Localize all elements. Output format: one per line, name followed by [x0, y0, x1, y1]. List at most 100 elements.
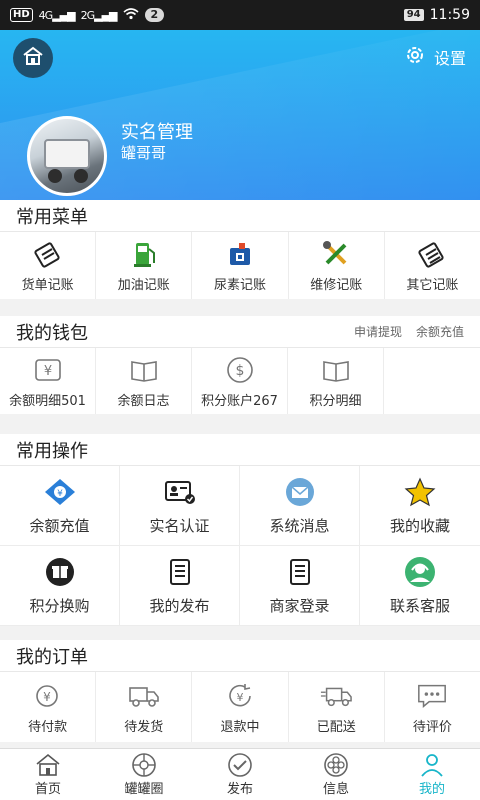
nav-label: 我的 [418, 782, 445, 797]
wallet-item-balance-log[interactable]: 余额日志 [96, 348, 192, 414]
order-pending-review[interactable]: 待评价 [385, 672, 480, 742]
order-pending-payment[interactable]: ¥ 待付款 [0, 672, 97, 742]
menu-item-label: 加油记账 [117, 278, 170, 293]
menu-item-fuel[interactable]: 加油记账 [96, 232, 193, 299]
star-icon [403, 475, 437, 509]
wallet-item-label: 积分账户267 [201, 393, 278, 409]
menu-item-other[interactable]: 其它记账 [385, 232, 480, 299]
home-button[interactable] [13, 38, 53, 78]
svg-text:¥: ¥ [237, 691, 244, 704]
op-favorites[interactable]: 我的收藏 [360, 466, 480, 546]
nav-home[interactable]: 首页 [0, 749, 96, 800]
order-refunding[interactable]: ¥ 退款中 [192, 672, 289, 742]
op-label: 商家登录 [269, 597, 330, 615]
menu-item-repair[interactable]: 维修记账 [289, 232, 385, 299]
book-icon [320, 354, 352, 386]
wallet-item-label: 余额明细501 [9, 393, 86, 409]
info-flower-icon [322, 752, 350, 778]
order-label: 已配送 [316, 719, 356, 735]
op-points-exchange[interactable]: 积分换购 [0, 546, 120, 626]
nav-publish[interactable]: 发布 [192, 749, 288, 800]
svg-text:¥: ¥ [43, 690, 51, 704]
order-label: 待发货 [124, 719, 164, 735]
wallet-item-label: 余额日志 [117, 393, 170, 409]
order-pending-shipment[interactable]: 待发货 [96, 672, 193, 742]
menu-item-label: 货单记账 [21, 278, 74, 293]
book-icon [128, 354, 160, 386]
clock: 11:59 [429, 7, 470, 23]
notification-count-badge: 2 [144, 8, 165, 22]
nav-label: 信息 [322, 782, 349, 797]
chat-bubble-icon [416, 680, 448, 712]
op-recharge[interactable]: ¥ 余额充值 [0, 466, 120, 546]
username: 罐哥哥 [121, 144, 167, 162]
realname-management-link[interactable]: 实名管理 [121, 118, 193, 144]
publish-check-icon [226, 752, 254, 778]
wallet-section: 我的钱包 申请提现 余额充值 ¥ 余额明细501 余额日志 $ 积分账户267 [0, 316, 480, 414]
section-title: 我的钱包 [16, 322, 88, 344]
menu-item-urea[interactable]: 尿素记账 [192, 232, 289, 299]
section-title: 常用菜单 [16, 206, 88, 228]
section-title: 我的订单 [16, 646, 88, 668]
menu-item-waybill[interactable]: 货单记账 [0, 232, 97, 299]
wallet-item-points-account[interactable]: $ 积分账户267 [192, 348, 288, 414]
order-label: 退款中 [220, 719, 260, 735]
operations-section: 常用操作 ¥ 余额充值 实名认证 系统消息 我的收藏 积分换购 我的发布 商家登… [0, 434, 480, 626]
signal-4g: 4G▂▄▆ [38, 8, 76, 22]
order-label: 待付款 [28, 719, 68, 735]
yuan-refund-icon: ¥ [224, 680, 256, 712]
op-label: 系统消息 [269, 517, 330, 535]
wallet-item-balance-detail[interactable]: ¥ 余额明细501 [0, 348, 96, 414]
recharge-link[interactable]: 余额充值 [416, 323, 464, 340]
common-menu-section: 常用菜单 货单记账 加油记账 尿素记账 维修记账 其它记账 [0, 200, 480, 299]
orders-section: 我的订单 ¥ 待付款 待发货 ¥ 退款中 已配送 待评价 [0, 640, 480, 742]
nav-info[interactable]: 信息 [288, 749, 384, 800]
avatar[interactable] [27, 116, 107, 196]
signal-2g: 2G▂▄▆ [80, 8, 118, 22]
menu-item-label: 尿素记账 [214, 278, 267, 293]
op-merchant-login[interactable]: 商家登录 [240, 546, 360, 626]
nav-label: 罐罐圈 [124, 782, 164, 797]
home-icon [22, 46, 44, 70]
op-label: 我的收藏 [389, 517, 450, 535]
order-delivered[interactable]: 已配送 [289, 672, 385, 742]
op-label: 积分换购 [29, 597, 90, 615]
mail-icon [283, 475, 317, 509]
document-list-icon [163, 555, 197, 589]
nav-label: 发布 [226, 782, 253, 797]
notebook-icon [416, 238, 448, 270]
settings-label: 设置 [433, 49, 466, 68]
battery-level: 94 [403, 9, 424, 21]
user-icon [418, 752, 446, 778]
wallet-item-label: 积分明细 [309, 393, 362, 409]
urea-can-icon [224, 238, 256, 270]
nav-tank-circle[interactable]: 罐罐圈 [96, 749, 192, 800]
bottom-navigation: 首页 罐罐圈 发布 信息 我的 [0, 748, 480, 800]
nav-label: 首页 [34, 782, 61, 797]
headset-icon [403, 555, 437, 589]
wallet-item-points-detail[interactable]: 积分明细 [288, 348, 384, 414]
op-customer-service[interactable]: 联系客服 [360, 546, 480, 626]
op-id-verify[interactable]: 实名认证 [120, 466, 240, 546]
svg-text:¥: ¥ [57, 489, 63, 499]
withdraw-link[interactable]: 申请提现 [354, 323, 402, 340]
nav-mine[interactable]: 我的 [384, 749, 480, 800]
gift-icon [43, 555, 77, 589]
document-list-icon [283, 555, 317, 589]
menu-item-label: 维修记账 [310, 278, 363, 293]
recharge-icon: ¥ [43, 475, 77, 509]
yuan-pay-icon: ¥ [32, 680, 64, 712]
dollar-circle-icon: $ [224, 354, 256, 386]
delivery-truck-icon [320, 680, 353, 712]
op-label: 实名认证 [149, 517, 210, 535]
op-my-posts[interactable]: 我的发布 [120, 546, 240, 626]
settings-button[interactable]: 设置 [404, 44, 466, 70]
yuan-ticket-icon: ¥ [32, 354, 64, 386]
hd-indicator: HD [10, 8, 33, 22]
gear-icon [404, 44, 426, 70]
waybill-icon [32, 238, 64, 270]
op-system-messages[interactable]: 系统消息 [240, 466, 360, 546]
svg-text:¥: ¥ [43, 364, 51, 379]
order-label: 待评价 [412, 719, 452, 735]
op-label: 联系客服 [389, 597, 450, 615]
